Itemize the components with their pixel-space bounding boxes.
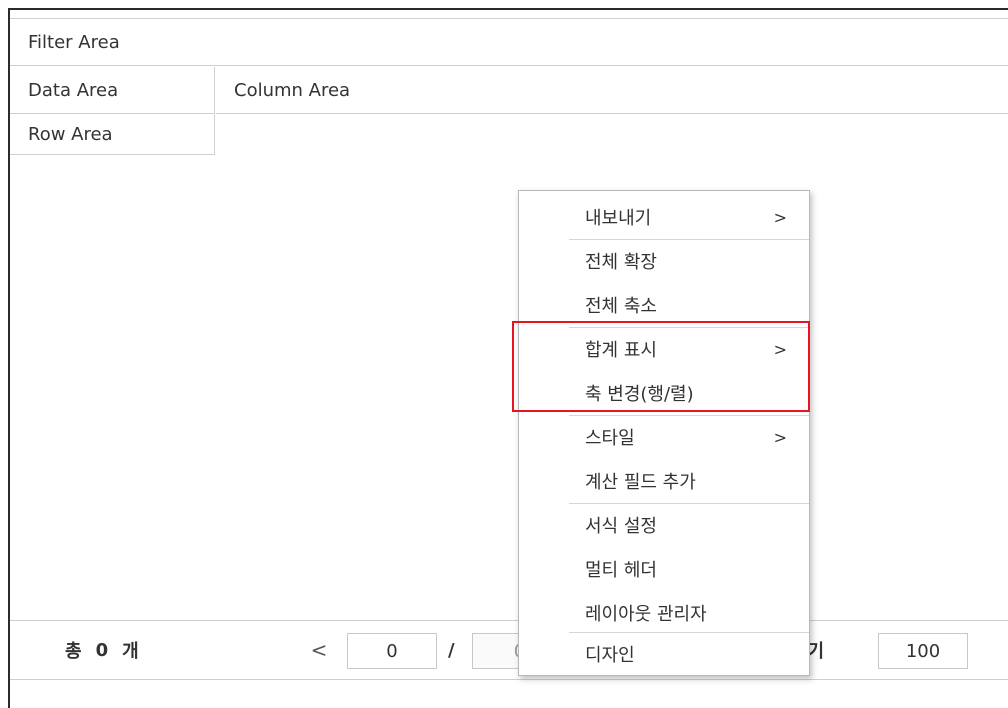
filter-area-label: Filter Area: [28, 31, 120, 53]
data-area[interactable]: Data Area: [10, 67, 215, 114]
menu-item-layout-manager[interactable]: 레이아웃 관리자: [569, 591, 809, 635]
total-count: 총 0 개: [65, 621, 139, 679]
menu-item-swap-axes[interactable]: 축 변경(행/렬): [569, 371, 809, 415]
total-prefix: 총: [65, 641, 82, 662]
menu-item-label: 계산 필드 추가: [585, 472, 696, 493]
menu-item-add-calculated-field[interactable]: 계산 필드 추가: [569, 459, 809, 503]
page-size-input[interactable]: 100: [878, 633, 968, 669]
menu-item-label: 스타일: [585, 428, 635, 449]
menu-item-style[interactable]: 스타일 >: [569, 415, 809, 459]
menu-item-export[interactable]: 내보내기 >: [569, 195, 809, 239]
menu-item-label: 레이아웃 관리자: [585, 604, 707, 625]
menu-item-label: 서식 설정: [585, 516, 657, 537]
pager-footer: 총 0 개 < 0 / 0 > 페이지 크기 100: [10, 620, 1008, 680]
menu-item-label: 멀티 헤더: [585, 560, 657, 581]
total-count-value: 0: [95, 639, 109, 661]
current-page-input[interactable]: 0: [347, 633, 437, 669]
data-area-label: Data Area: [28, 79, 119, 101]
menu-item-label: 디자인: [585, 645, 635, 666]
row-area[interactable]: Row Area: [10, 115, 215, 155]
menu-item-collapse-all[interactable]: 전체 축소: [569, 283, 809, 327]
page-separator: /: [448, 639, 455, 661]
menu-item-label: 전체 축소: [585, 296, 657, 317]
column-area-label: Column Area: [234, 79, 351, 101]
chevron-right-icon: >: [773, 339, 787, 359]
menu-item-label: 내보내기: [585, 208, 652, 229]
menu-item-format-settings[interactable]: 서식 설정: [569, 503, 809, 547]
column-area[interactable]: Column Area: [216, 67, 1008, 114]
context-menu: 내보내기 > 전체 확장 전체 축소 합계 표시 > 축 변경(행/렬) 스타일…: [518, 190, 810, 676]
context-menu-gutter: [519, 191, 569, 675]
menu-item-label: 전체 확장: [585, 252, 657, 273]
chevron-right-icon: >: [773, 427, 787, 447]
menu-item-show-totals[interactable]: 합계 표시 >: [569, 327, 809, 371]
prev-page-button[interactable]: <: [308, 621, 330, 679]
menu-item-label: 합계 표시: [585, 340, 657, 361]
total-suffix: 개: [122, 641, 139, 662]
menu-item-multi-header[interactable]: 멀티 헤더: [569, 547, 809, 591]
filter-area[interactable]: Filter Area: [10, 18, 1008, 66]
menu-item-design[interactable]: 디자인: [569, 632, 809, 676]
row-area-label: Row Area: [28, 124, 113, 145]
chevron-right-icon: >: [773, 207, 787, 227]
menu-item-expand-all[interactable]: 전체 확장: [569, 239, 809, 283]
menu-item-label: 축 변경(행/렬): [585, 384, 694, 405]
